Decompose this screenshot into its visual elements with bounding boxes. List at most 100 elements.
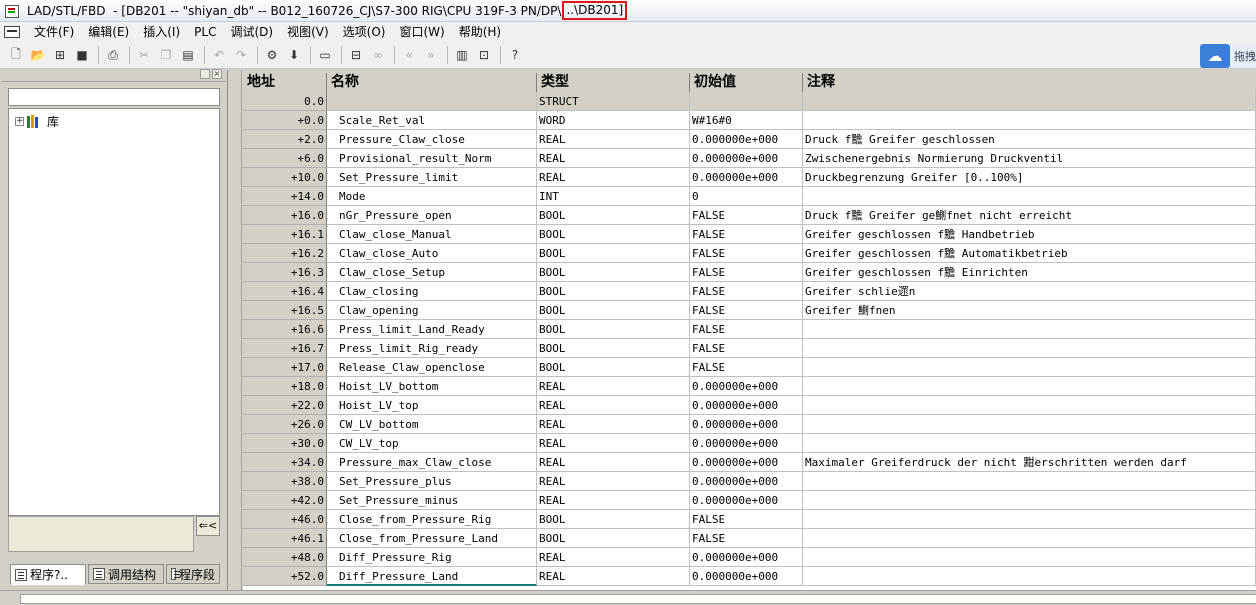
cell-initial-value[interactable]: FALSE <box>690 529 803 548</box>
accessible-nodes-icon[interactable]: ⚙ <box>262 45 282 65</box>
overview-icon[interactable]: ▭ <box>315 45 335 65</box>
cell-comment[interactable] <box>803 415 1256 434</box>
cell-initial-value[interactable]: 0 <box>690 187 803 206</box>
cell-initial-value[interactable]: 0.000000e+000 <box>690 168 803 187</box>
tree-item-library[interactable]: + 库 <box>15 113 59 129</box>
cell-type[interactable]: REAL <box>537 453 690 472</box>
cell-name[interactable]: Claw_close_Auto <box>327 244 537 263</box>
table-row[interactable]: +17.0 Release_Claw_openclose BOOL FALSE <box>243 358 1256 377</box>
horizontal-scrollbar[interactable] <box>20 594 1256 604</box>
cell-initial-value[interactable]: FALSE <box>690 320 803 339</box>
cell-name[interactable]: Diff_Pressure_Land <box>327 567 537 586</box>
app-icon[interactable] <box>4 3 19 18</box>
cell-comment[interactable] <box>803 320 1256 339</box>
cell-type[interactable]: BOOL <box>537 320 690 339</box>
cell-comment[interactable]: Druckbegrenzung Greifer [0..100%] <box>803 168 1256 187</box>
table-row[interactable]: +38.0 Set_Pressure_plus REAL 0.000000e+000 <box>243 472 1256 491</box>
pane-search-field[interactable] <box>8 88 220 106</box>
cell-initial-value[interactable]: FALSE <box>690 282 803 301</box>
expand-icon[interactable]: + <box>15 116 24 126</box>
cell-initial-value[interactable]: 0.000000e+000 <box>690 548 803 567</box>
cell-type[interactable]: BOOL <box>537 225 690 244</box>
cell-comment[interactable] <box>803 491 1256 510</box>
cell-name[interactable]: Release_Claw_openclose <box>327 358 537 377</box>
cell-type[interactable]: REAL <box>537 415 690 434</box>
monitor-glasses-icon[interactable]: ∞ <box>368 45 388 65</box>
cell-initial-value[interactable]: FALSE <box>690 510 803 529</box>
cell-name[interactable]: Claw_close_Manual <box>327 225 537 244</box>
cell-name[interactable]: Close_from_Pressure_Land <box>327 529 537 548</box>
pane-splitter[interactable] <box>228 70 242 590</box>
open-folder-icon[interactable]: 📂 <box>28 45 48 65</box>
cell-type[interactable]: INT <box>537 187 690 206</box>
menu-debug[interactable]: 调试(D) <box>224 22 281 42</box>
panel-icon[interactable]: ▥ <box>452 45 472 65</box>
cell-name[interactable]: Set_Pressure_minus <box>327 491 537 510</box>
cell-name[interactable]: Pressure_Claw_close <box>327 130 537 149</box>
cell-comment[interactable]: Druck f黵 Greifer geschlossen <box>803 130 1256 149</box>
table-row[interactable]: 0.0 STRUCT <box>243 92 1256 111</box>
help-icon[interactable]: ? <box>505 45 525 65</box>
cell-type[interactable]: STRUCT <box>537 92 690 111</box>
cell-name[interactable]: Diff_Pressure_Rig <box>327 548 537 567</box>
table-row[interactable]: +26.0 CW_LV_bottom REAL 0.000000e+000 <box>243 415 1256 434</box>
menu-plc[interactable]: PLC <box>188 22 224 42</box>
table-row[interactable]: +22.0 Hoist_LV_top REAL 0.000000e+000 <box>243 396 1256 415</box>
cell-initial-value[interactable]: FALSE <box>690 206 803 225</box>
cell-initial-value[interactable]: FALSE <box>690 263 803 282</box>
cell-type[interactable]: REAL <box>537 149 690 168</box>
table-row[interactable]: +16.4 Claw_closing BOOL FALSE Greifer schlie… <box>243 282 1256 301</box>
header-type[interactable]: 类型 <box>537 73 690 92</box>
cell-initial-value[interactable]: FALSE <box>690 244 803 263</box>
cell-initial-value[interactable]: 0.000000e+000 <box>690 149 803 168</box>
cell-type[interactable]: BOOL <box>537 244 690 263</box>
cell-comment[interactable] <box>803 434 1256 453</box>
cell-comment[interactable] <box>803 567 1256 586</box>
info-toggle-button[interactable]: ⇐< <box>196 516 220 536</box>
table-row[interactable]: +16.0 nGr_Pressure_open BOOL FALSE Druck f黵 … <box>243 206 1256 225</box>
cell-comment[interactable] <box>803 529 1256 548</box>
cell-initial-value[interactable]: 0.000000e+000 <box>690 396 803 415</box>
cell-name[interactable] <box>327 92 537 111</box>
library-tree[interactable]: + 库 <box>8 108 220 516</box>
cell-comment[interactable] <box>803 358 1256 377</box>
table-row[interactable]: +42.0 Set_Pressure_minus REAL 0.000000e+000 <box>243 491 1256 510</box>
cell-type[interactable]: BOOL <box>537 301 690 320</box>
download-icon[interactable]: ⬇ <box>284 45 304 65</box>
table-row[interactable]: +30.0 CW_LV_top REAL 0.000000e+000 <box>243 434 1256 453</box>
menu-window[interactable]: 窗口(W) <box>393 22 452 42</box>
table-row[interactable]: +46.1 Close_from_Pressure_Land BOOL FALSE <box>243 529 1256 548</box>
print-icon[interactable]: ⎙ <box>103 45 123 65</box>
cell-name[interactable]: Close_from_Pressure_Rig <box>327 510 537 529</box>
cell-initial-value[interactable]: FALSE <box>690 339 803 358</box>
pane-close-icon[interactable]: × <box>212 69 222 79</box>
cell-type[interactable]: REAL <box>537 491 690 510</box>
cell-initial-value[interactable]: 0.000000e+000 <box>690 453 803 472</box>
next-error-icon[interactable]: » <box>421 45 441 65</box>
cell-comment[interactable] <box>803 111 1256 130</box>
save-icon[interactable]: ■ <box>72 45 92 65</box>
prev-error-icon[interactable]: « <box>399 45 419 65</box>
cell-name[interactable]: CW_LV_bottom <box>327 415 537 434</box>
cell-name[interactable]: Press_limit_Rig_ready <box>327 339 537 358</box>
cell-initial-value[interactable]: 0.000000e+000 <box>690 567 803 586</box>
table-row[interactable]: +16.3 Claw_close_Setup BOOL FALSE Greifer ge… <box>243 263 1256 282</box>
cell-comment[interactable]: Zwischenergebnis Normierung Druckventil <box>803 149 1256 168</box>
table-row[interactable]: +16.6 Press_limit_Land_Ready BOOL FALSE <box>243 320 1256 339</box>
table-row[interactable]: +48.0 Diff_Pressure_Rig REAL 0.000000e+000 <box>243 548 1256 567</box>
cell-type[interactable]: BOOL <box>537 263 690 282</box>
table-row[interactable]: +16.5 Claw_opening BOOL FALSE Greifer 鰂fnen <box>243 301 1256 320</box>
menu-file[interactable]: 文件(F) <box>28 22 82 42</box>
cell-type[interactable]: REAL <box>537 548 690 567</box>
menu-help[interactable]: 帮助(H) <box>453 22 509 42</box>
cloud-icon[interactable]: ☁ <box>1200 44 1230 68</box>
cell-type[interactable]: BOOL <box>537 358 690 377</box>
cell-type[interactable]: WORD <box>537 111 690 130</box>
tab-program-network[interactable]: 程序段 <box>166 564 220 584</box>
cell-initial-value[interactable]: 0.000000e+000 <box>690 415 803 434</box>
paste-icon[interactable]: ▤ <box>178 45 198 65</box>
cell-name[interactable]: Set_Pressure_plus <box>327 472 537 491</box>
cell-initial-value[interactable]: FALSE <box>690 301 803 320</box>
cell-name[interactable]: Scale_Ret_val <box>327 111 537 130</box>
cell-name[interactable]: CW_LV_top <box>327 434 537 453</box>
